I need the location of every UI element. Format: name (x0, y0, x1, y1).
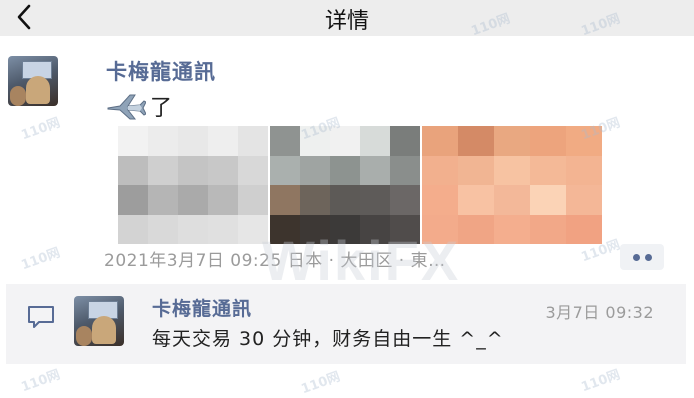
airplane-emoji-icon (107, 94, 146, 120)
watermark-small: 110网 (579, 367, 623, 396)
blurred-image-3[interactable] (422, 126, 602, 244)
comment-section: 卡梅龍通訊 3月7日 09:32 每天交易 30 分钟，财务自由一生 ^_^ (6, 284, 686, 364)
post-author[interactable]: 卡梅龍通訊 (106, 56, 216, 86)
more-dots-icon (633, 254, 640, 261)
comment-text: 每天交易 30 分钟，财务自由一生 ^_^ (152, 328, 504, 350)
comment-avatar[interactable] (74, 296, 124, 346)
more-dots-icon-2 (645, 254, 652, 261)
post-text-content: 了 (150, 96, 173, 121)
watermark-small: 110网 (19, 367, 63, 396)
watermark-small: 110网 (299, 369, 343, 398)
blurred-image-2[interactable] (270, 126, 420, 244)
more-options-button[interactable] (620, 244, 664, 270)
comment-time: 3月7日 09:32 (545, 303, 654, 322)
comment-author[interactable]: 卡梅龍通訊 (152, 294, 252, 321)
moment-post: 卡梅龍通訊 了 2021年3月7日 09:25 日本 · 大田区 · 東… (0, 36, 694, 286)
avatar[interactable] (8, 56, 58, 106)
post-meta: 2021年3月7日 09:25 日本 · 大田区 · 東… (104, 251, 446, 271)
post-image-grid[interactable] (118, 126, 602, 244)
post-text: 了 (106, 90, 172, 122)
blurred-image-1[interactable] (118, 126, 268, 244)
comment-bubble-icon (28, 306, 54, 328)
nav-bar: 详情 (0, 0, 694, 36)
page-title: 详情 (324, 9, 369, 34)
